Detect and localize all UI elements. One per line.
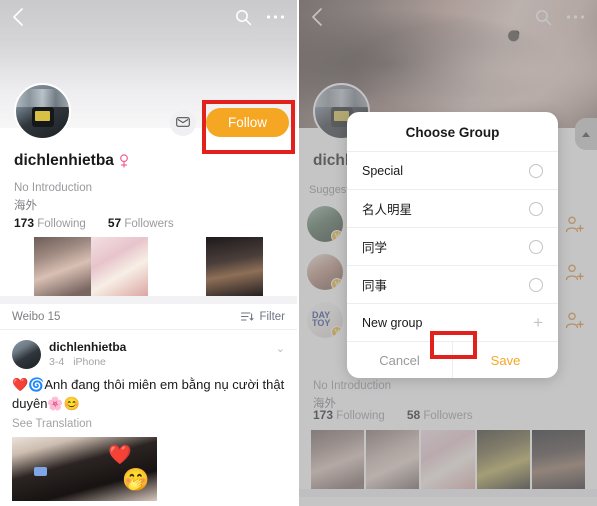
avatar-detail — [16, 89, 69, 107]
introduction-text: No Introduction — [14, 182, 92, 194]
post-date: 3-4 — [49, 356, 65, 368]
option-label: New group — [362, 315, 423, 330]
post-author-name[interactable]: dichlenhietba — [49, 340, 268, 354]
radio-unchecked-icon[interactable] — [529, 201, 543, 216]
chevron-down-icon[interactable]: ⌄ — [276, 340, 285, 355]
heart-emoji-icon: ❤️ — [108, 444, 132, 466]
weibo-filter-bar: Weibo 15 Filter — [0, 304, 297, 330]
screenshot-root: Follow dichlenhietba No Introduction 海外 … — [0, 0, 597, 506]
weibo-count-label: Weibo 15 — [12, 310, 61, 323]
followers-stat[interactable]: 57 Followers — [108, 216, 174, 230]
followers-label: Followers — [124, 218, 174, 230]
post-header: dichlenhietba 3-4 iPhone ⌄ — [12, 340, 285, 369]
radio-unchecked-icon[interactable] — [529, 163, 543, 178]
profile-username: dichlenhietba — [14, 152, 114, 169]
profile-stats: 173 Following 57 Followers — [14, 216, 174, 230]
location-text: 海外 — [14, 199, 37, 212]
thumbnail-item[interactable] — [206, 237, 263, 296]
follow-button[interactable]: Follow — [205, 108, 289, 137]
post-submeta: 3-4 iPhone — [49, 356, 268, 368]
option-label: 名人明星 — [362, 203, 413, 217]
thumbnail-item[interactable] — [34, 237, 91, 296]
more-horizontal-icon[interactable] — [266, 14, 285, 20]
post-image-detail — [34, 466, 47, 476]
following-count: 173 — [14, 216, 35, 230]
post-device: iPhone — [73, 356, 106, 368]
radio-unchecked-icon[interactable] — [529, 239, 543, 254]
post-author-avatar[interactable] — [12, 340, 41, 369]
profile-introduction: No Introduction 海外 — [14, 180, 92, 216]
dialog-title: Choose Group — [405, 125, 500, 140]
post-item: dichlenhietba 3-4 iPhone ⌄ ❤️🌀Anh đang t… — [0, 332, 297, 501]
page-title: dichlenhietba — [14, 152, 129, 170]
left-phone-panel: Follow dichlenhietba No Introduction 海外 … — [0, 0, 297, 506]
group-option-colleague[interactable]: 同事 — [347, 265, 558, 303]
message-envelope-icon[interactable] — [169, 109, 196, 136]
thumbnail-item[interactable] — [91, 237, 148, 296]
followers-count: 57 — [107, 216, 122, 230]
plus-icon[interactable]: + — [533, 314, 543, 331]
post-image[interactable]: ❤️ 🤭 — [12, 436, 157, 501]
chevron-left-icon[interactable] — [12, 7, 24, 27]
following-stat[interactable]: 173 Following — [14, 216, 86, 230]
cancel-button[interactable]: Cancel — [347, 342, 452, 378]
post-text: ❤️🌀Anh đang thôi miên em bằng nụ cười th… — [12, 377, 285, 411]
following-label: Following — [37, 218, 86, 230]
dialog-footer: Cancel Save — [347, 341, 558, 378]
choose-group-dialog: Choose Group Special 名人明星 同学 同事 New grou… — [347, 112, 558, 378]
option-label: Special — [362, 163, 403, 178]
filter-icon — [241, 311, 254, 322]
profile-action-row: Follow — [169, 108, 289, 137]
radio-unchecked-icon[interactable] — [529, 277, 543, 292]
group-option-new-group[interactable]: New group + — [347, 303, 558, 341]
section-divider — [0, 296, 297, 304]
filter-label: Filter — [259, 310, 285, 323]
filter-button[interactable]: Filter — [241, 311, 285, 323]
group-option-special[interactable]: Special — [347, 151, 558, 189]
see-translation-link[interactable]: See Translation — [12, 418, 285, 430]
option-label: 同学 — [362, 241, 388, 255]
save-button[interactable]: Save — [453, 342, 558, 378]
photo-thumbnail-strip — [0, 237, 297, 296]
option-label: 同事 — [362, 279, 388, 293]
group-option-celebrity[interactable]: 名人明星 — [347, 189, 558, 227]
smile-emoji-icon: 🤭 — [122, 466, 150, 492]
left-navbar — [0, 0, 297, 34]
female-gender-icon — [119, 154, 129, 168]
right-phone-panel: dichl Suggested V V — [297, 0, 597, 506]
avatar[interactable] — [14, 83, 71, 140]
search-icon[interactable] — [235, 9, 252, 26]
group-option-classmate[interactable]: 同学 — [347, 227, 558, 265]
avatar-detail — [35, 111, 50, 121]
post-meta: dichlenhietba 3-4 iPhone — [49, 340, 268, 368]
